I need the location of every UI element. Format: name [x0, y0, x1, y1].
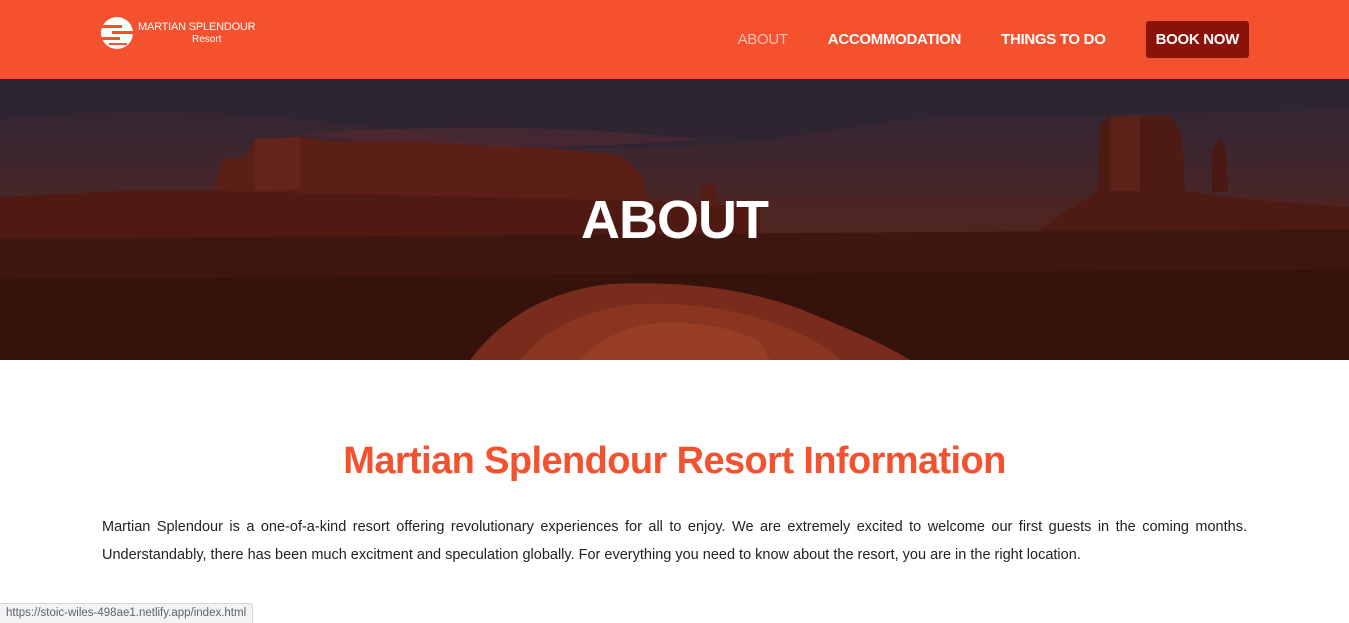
section-title: Martian Splendour Resort Information [343, 440, 1006, 482]
main-nav: ABOUT ACCOMMODATION THINGS TO DO BOOK NO… [698, 0, 1249, 79]
nav-accommodation[interactable]: ACCOMMODATION [828, 31, 962, 48]
logo-name: MARTIAN SPLENDOUR [138, 20, 256, 33]
hero-title: ABOUT [581, 190, 769, 250]
nav-about[interactable]: ABOUT [738, 31, 788, 48]
book-now-button[interactable]: BOOK NOW [1145, 21, 1249, 58]
resort-logo[interactable]: MARTIAN SPLENDOUR Resort [100, 16, 260, 50]
nav-things-to-do[interactable]: THINGS TO DO [1001, 31, 1106, 48]
site-header: MARTIAN SPLENDOUR Resort ABOUT ACCOMMODA… [0, 0, 1349, 79]
hero-banner: ABOUT [0, 79, 1349, 360]
browser-status-url: https://stoic-wiles-498ae1.netlify.app/i… [0, 603, 254, 623]
planet-logo-icon [100, 17, 134, 49]
section-paragraph: Martian Splendour is a one-of-a-kind res… [102, 519, 1247, 563]
logo-subtitle: Resort [191, 33, 222, 45]
logo-wordmark: MARTIAN SPLENDOUR Resort [138, 20, 256, 45]
